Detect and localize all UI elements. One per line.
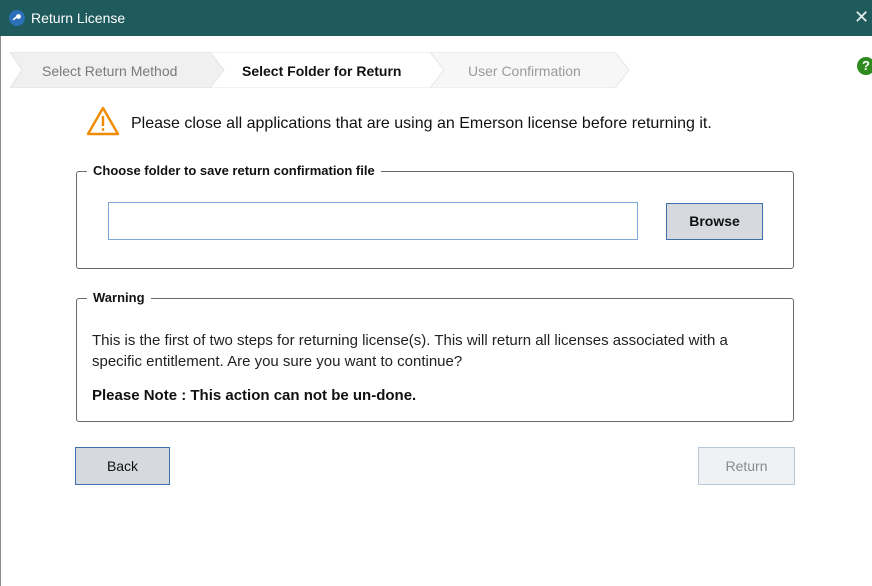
step-user-confirmation: User Confirmation: [468, 63, 581, 79]
step-select-return-method: Select Return Method: [42, 63, 178, 79]
notice-text: Please close all applications that are u…: [131, 115, 712, 132]
folder-path-input[interactable]: [108, 202, 638, 240]
warning-group-legend: Warning: [87, 289, 151, 307]
warning-body: This is the first of two steps for retur…: [92, 332, 728, 370]
return-button[interactable]: Return: [698, 447, 795, 485]
window-title: Return License: [31, 10, 126, 26]
warning-note: Please Note : This action can not be un-…: [92, 387, 417, 404]
window-border: [0, 36, 1, 586]
key-icon: [9, 10, 25, 26]
folder-group-legend: Choose folder to save return confirmatio…: [87, 162, 381, 180]
back-button[interactable]: Back: [75, 447, 170, 485]
browse-button[interactable]: Browse: [666, 203, 763, 240]
warning-triangle-icon: [86, 105, 120, 142]
step-select-folder: Select Folder for Return: [242, 63, 402, 79]
wizard-steps: Select Return Method Select Folder for R…: [10, 52, 630, 88]
help-icon[interactable]: ?: [857, 57, 872, 75]
close-button[interactable]: ✕: [854, 7, 872, 27]
title-bar: Return License ✕: [0, 0, 872, 36]
